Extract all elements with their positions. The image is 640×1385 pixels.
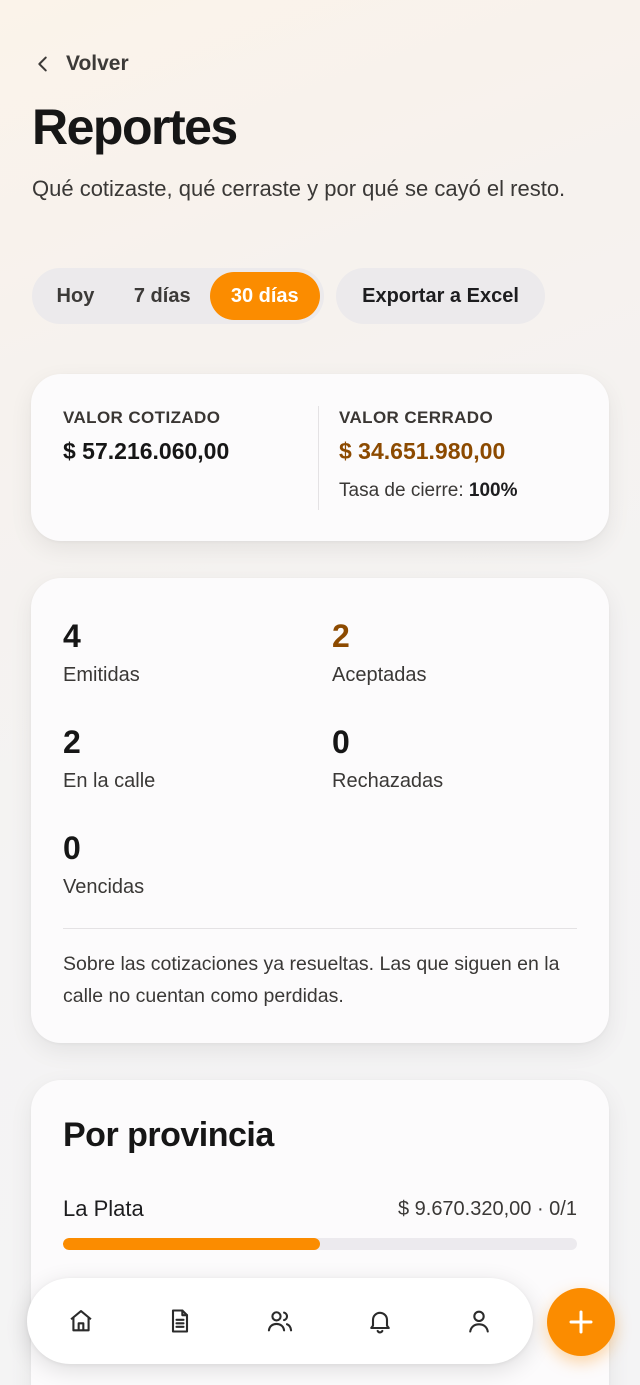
province-row-bar xyxy=(63,1238,577,1250)
province-section-title: Por provincia xyxy=(63,1116,274,1154)
user-icon xyxy=(469,1310,489,1333)
stat-pending-value: 2 xyxy=(63,724,81,760)
nav-home[interactable] xyxy=(49,1289,113,1353)
stat-pending-label: En la calle xyxy=(63,770,156,792)
home-icon xyxy=(70,1310,92,1332)
new-quote-fab[interactable] xyxy=(547,1288,615,1356)
closed-value: $ 34.651.980,00 xyxy=(339,438,506,464)
document-icon xyxy=(172,1309,189,1333)
stat-issued-value: 4 xyxy=(63,618,81,654)
close-rate: Tasa de cierre: 100% xyxy=(339,480,518,502)
quoted-value: $ 57.216.060,00 xyxy=(63,438,230,464)
stat-issued-label: Emitidas xyxy=(63,664,140,686)
chevron-left-icon xyxy=(38,56,47,72)
page-title: Reportes xyxy=(32,99,238,155)
period-option-today[interactable]: Hoy xyxy=(36,272,115,320)
stats-card: 4 Emitidas 2 Aceptadas 2 En la calle 0 R… xyxy=(31,578,609,1043)
back-label: Volver xyxy=(66,52,129,75)
stats-divider xyxy=(63,928,577,929)
stat-rejected-value: 0 xyxy=(332,724,350,760)
nav-quotes[interactable] xyxy=(148,1289,212,1353)
province-row-bar-fill xyxy=(63,1238,320,1250)
back-button[interactable]: Volver xyxy=(32,48,129,80)
period-option-7-days[interactable]: 7 días xyxy=(115,272,210,320)
closed-label: VALOR CERRADO xyxy=(339,408,494,427)
stat-expired-label: Vencidas xyxy=(63,876,145,898)
export-excel-button[interactable]: Exportar a Excel xyxy=(336,268,545,324)
bottom-nav xyxy=(27,1278,533,1364)
province-row-amount: $ 9.670.320,00 · 0/1 xyxy=(397,1198,577,1220)
stats-note: Sobre las cotizaciones ya resueltas. Las… xyxy=(63,953,560,1007)
stat-rejected-label: Rechazadas xyxy=(332,770,444,792)
page-subtitle: Qué cotizaste, qué cerraste y por qué se… xyxy=(32,176,566,201)
nav-profile[interactable] xyxy=(447,1289,511,1353)
stat-accepted-value: 2 xyxy=(332,618,350,654)
stat-accepted-label: Aceptadas xyxy=(332,664,427,686)
stat-expired-value: 0 xyxy=(63,830,81,866)
nav-notifications[interactable] xyxy=(348,1289,412,1353)
period-selector: Hoy 7 días 30 días xyxy=(32,268,324,324)
plus-icon xyxy=(569,1310,593,1334)
quoted-label: VALOR COTIZADO xyxy=(63,408,221,427)
province-row-name: La Plata xyxy=(63,1196,144,1221)
period-option-30-days[interactable]: 30 días xyxy=(209,272,320,320)
users-icon xyxy=(267,1311,293,1332)
nav-clients[interactable] xyxy=(248,1289,312,1353)
close-rate-value: 100% xyxy=(468,480,518,501)
summary-card: VALOR COTIZADO $ 57.216.060,00 VALOR CER… xyxy=(31,374,609,541)
summary-divider xyxy=(318,406,319,510)
bell-icon xyxy=(369,1311,390,1334)
close-rate-label: Tasa de cierre: xyxy=(339,480,464,501)
